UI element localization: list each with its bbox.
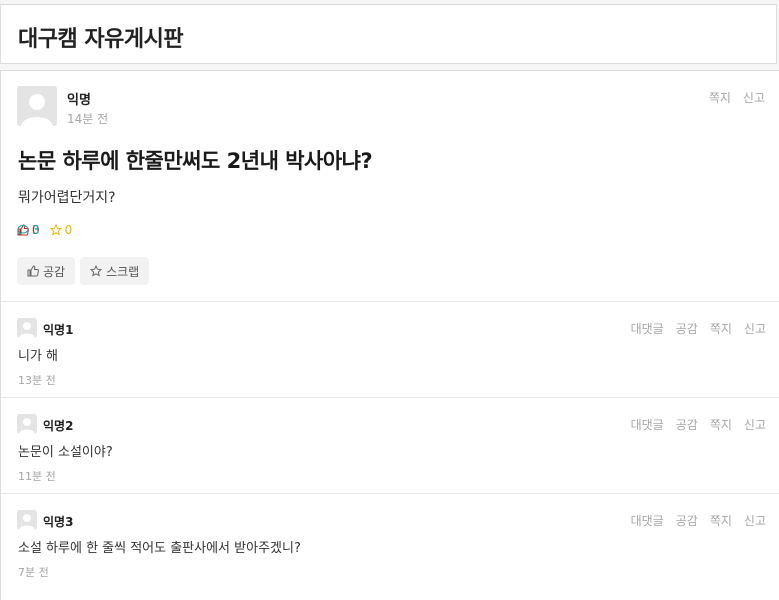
anonymous-avatar-icon xyxy=(17,86,57,126)
comment-author: 익명3 xyxy=(43,515,74,529)
comment-report-button[interactable]: 신고 xyxy=(744,320,766,337)
comment-author-avatar xyxy=(17,414,37,434)
scrap-button-label: 스크랩 xyxy=(106,264,140,279)
reply-button[interactable]: 대댓글 xyxy=(631,512,664,529)
comment-item: 익명1 대댓글 공감 쪽지 신고 니가 해 13분 전 xyxy=(1,302,779,398)
comment-item: 익명3 대댓글 공감 쪽지 신고 소설 하루에 한 줄씩 적어도 출판사에서 받… xyxy=(1,494,779,590)
comment-message-button[interactable]: 쪽지 xyxy=(710,416,732,433)
post-stats: 0 3 0 xyxy=(17,223,72,237)
comment-time: 13분 전 xyxy=(18,374,56,387)
post-title: 논문 하루에 한줄만써도 2년내 박사아냐? xyxy=(18,149,373,173)
comment-author-avatar xyxy=(17,318,37,338)
comment-author-avatar xyxy=(17,510,37,530)
comment-like-button[interactable]: 공감 xyxy=(676,416,698,433)
post-buttons: 공감 스크랩 xyxy=(17,257,150,285)
post-author-avatar xyxy=(17,86,57,126)
anonymous-avatar-icon xyxy=(17,318,37,338)
comment-time: 11분 전 xyxy=(18,470,56,483)
message-button[interactable]: 쪽지 xyxy=(709,89,731,106)
comment-report-button[interactable]: 신고 xyxy=(744,512,766,529)
scrap-button[interactable]: 스크랩 xyxy=(80,257,150,285)
like-button-label: 공감 xyxy=(43,264,66,279)
comment-message-button[interactable]: 쪽지 xyxy=(710,512,732,529)
like-button[interactable]: 공감 xyxy=(17,257,76,285)
post-container: 익명 14분 전 쪽지 신고 논문 하루에 한줄만써도 2년내 박사아냐? 뭐가… xyxy=(0,70,779,600)
comment-text: 니가 해 xyxy=(18,349,59,364)
comment-actions: 대댓글 공감 쪽지 신고 xyxy=(631,512,766,529)
comment-author: 익명2 xyxy=(43,419,74,433)
comment-text: 소설 하루에 한 줄씩 적어도 출판사에서 받아주겠니? xyxy=(18,541,301,556)
comment-item: 익명2 대댓글 공감 쪽지 신고 논문이 소설이야? 11분 전 xyxy=(1,398,779,494)
comment-count-value: 3 xyxy=(32,223,40,237)
comment-actions: 대댓글 공감 쪽지 신고 xyxy=(631,320,766,337)
speech-bubble-icon xyxy=(17,224,29,236)
thumbs-up-icon xyxy=(27,265,39,277)
comment-report-button[interactable]: 신고 xyxy=(744,416,766,433)
reply-button[interactable]: 대댓글 xyxy=(631,416,664,433)
comment-author: 익명1 xyxy=(43,323,74,337)
comment-text: 논문이 소설이야? xyxy=(18,445,113,460)
post-author: 익명 xyxy=(67,93,91,108)
star-icon xyxy=(90,265,103,277)
comment-time: 7분 전 xyxy=(18,566,49,579)
anonymous-avatar-icon xyxy=(17,414,37,434)
report-button[interactable]: 신고 xyxy=(743,89,765,106)
post-actions: 쪽지 신고 xyxy=(709,89,765,106)
reply-button[interactable]: 대댓글 xyxy=(631,320,664,337)
comment-like-button[interactable]: 공감 xyxy=(676,512,698,529)
comment-actions: 대댓글 공감 쪽지 신고 xyxy=(631,416,766,433)
comment-message-button[interactable]: 쪽지 xyxy=(710,320,732,337)
anonymous-avatar-icon xyxy=(17,510,37,530)
board-title[interactable]: 대구캠 자유게시판 xyxy=(18,21,184,53)
comment-like-button[interactable]: 공감 xyxy=(676,320,698,337)
post-time: 14분 전 xyxy=(67,112,109,126)
board-header: 대구캠 자유게시판 xyxy=(0,4,777,64)
